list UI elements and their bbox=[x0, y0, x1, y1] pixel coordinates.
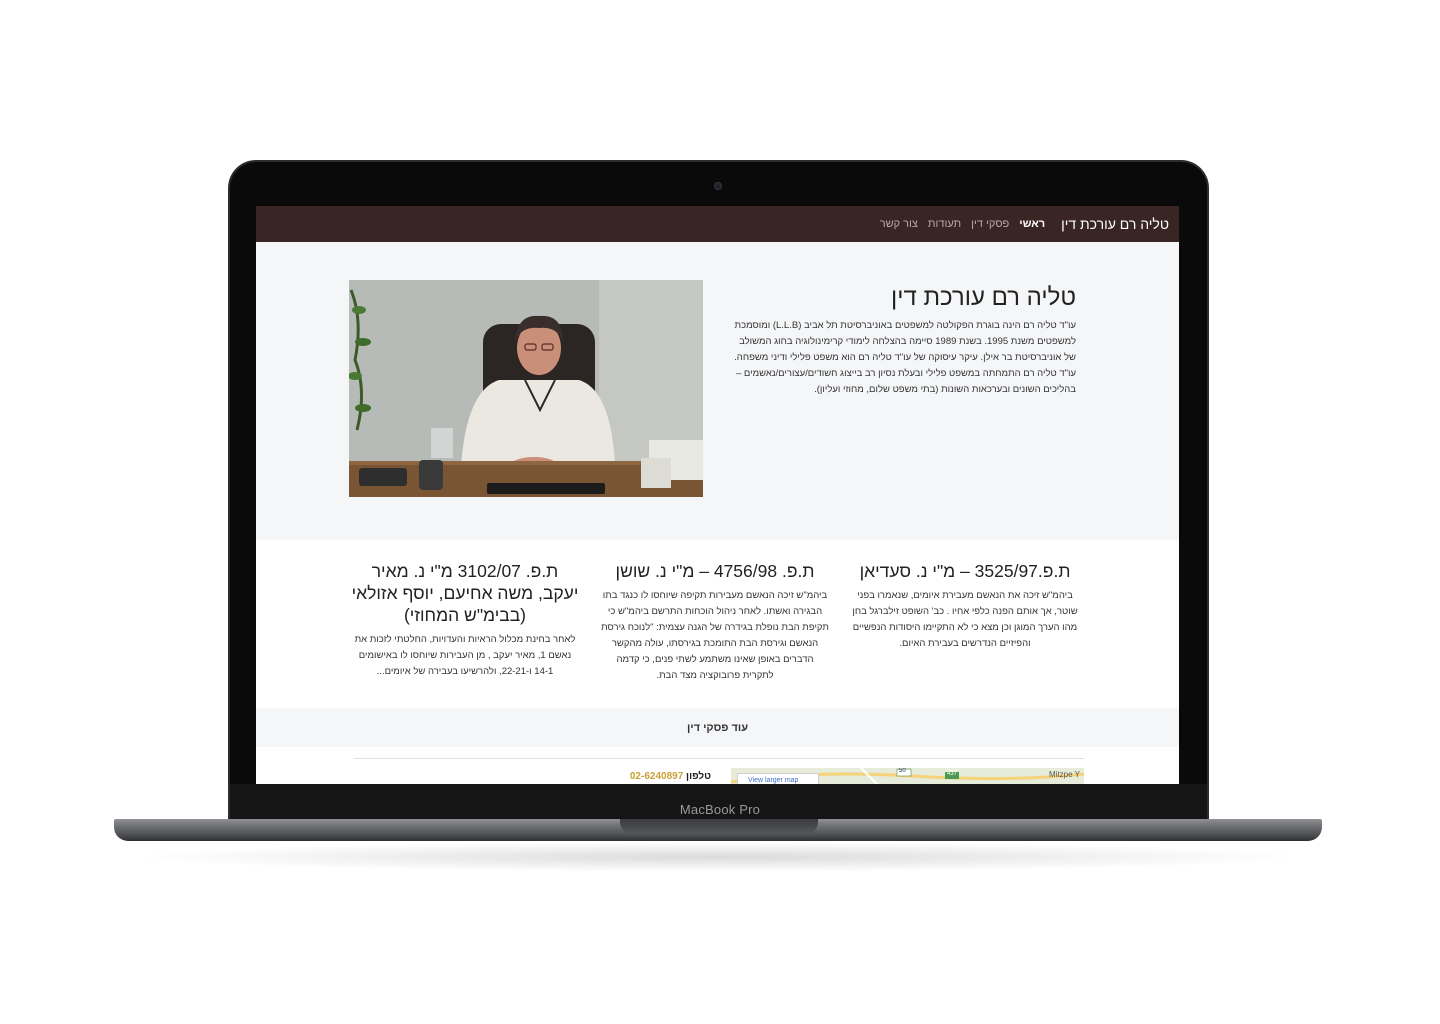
nav-item-rulings[interactable]: פסקי דין bbox=[971, 218, 1009, 230]
rulings-section: ת.פ.3525/97 – מ"י נ. סעדיאן ביהמ"ש זיכה … bbox=[256, 540, 1179, 708]
map-embed[interactable]: 50 437 View larger map Mitzpe Y bbox=[731, 768, 1084, 784]
ruling-card: ת.פ. 4756/98 – מ"י נ. שושן ביהמ"ש זיכה ה… bbox=[601, 560, 829, 684]
view-larger-map-link[interactable]: View larger map bbox=[748, 777, 798, 784]
more-rulings-bar: עוד פסקי דין bbox=[256, 708, 1179, 747]
nav-item-certificates[interactable]: תעודות bbox=[928, 218, 961, 230]
laptop-shadow bbox=[130, 842, 1306, 872]
phone-label: טלפון bbox=[686, 771, 711, 782]
navbar: טליה רם עורכת דין ראשי פסקי דין תעודות צ… bbox=[256, 206, 1179, 242]
nav-item-contact[interactable]: צור קשר bbox=[880, 218, 918, 230]
browser-screen: טליה רם עורכת דין ראשי פסקי דין תעודות צ… bbox=[256, 206, 1179, 784]
site-brand-link[interactable]: טליה רם עורכת דין bbox=[1061, 216, 1169, 232]
ruling-title[interactable]: ת.פ. 4756/98 – מ"י נ. שושן bbox=[601, 560, 829, 582]
road-label: 50 bbox=[899, 768, 906, 774]
nav-item-home[interactable]: ראשי bbox=[1019, 218, 1045, 230]
lawyer-photo bbox=[349, 280, 703, 497]
device-brand-label: MacBook Pro bbox=[679, 802, 761, 817]
divider bbox=[354, 758, 1084, 759]
ruling-card: ת.פ. 3102/07 מ"י נ. מאיר יעקב, משה אחיעם… bbox=[351, 560, 579, 680]
laptop-notch bbox=[620, 819, 818, 834]
ruling-summary: ביהמ"ש זיכה הנאשם מעבירות תקיפה שיוחסו ל… bbox=[601, 590, 829, 681]
ruling-title[interactable]: ת.פ. 3102/07 מ"י נ. מאיר יעקב, משה אחיעם… bbox=[351, 560, 579, 626]
ruling-summary: ביהמ"ש זיכה את הנאשם מעבירת איומים, שנאמ… bbox=[852, 590, 1078, 649]
camera-icon bbox=[714, 182, 722, 190]
hero-title: טליה רם עורכת דין bbox=[891, 284, 1076, 311]
hero-text: עו"ד טליה רם הינה בוגרת הפקולטה למשפטים … bbox=[734, 320, 1076, 395]
ruling-summary: לאחר בחינת מכלול הראיות והעדויות, החלטתי… bbox=[354, 634, 576, 677]
ruling-card: ת.פ.3525/97 – מ"י נ. סעדיאן ביהמ"ש זיכה … bbox=[851, 560, 1079, 652]
phone-link[interactable]: 02-6240897 bbox=[630, 771, 683, 782]
road-label: 437 bbox=[947, 771, 958, 777]
hero-section: טליה רם עורכת דין עו"ד טליה רם הינה בוגר… bbox=[256, 242, 1179, 540]
ruling-title[interactable]: ת.פ.3525/97 – מ"י נ. סעדיאן bbox=[851, 560, 1079, 582]
map-info-card: View larger map bbox=[737, 773, 819, 784]
contact-phone: טלפון 02-6240897 bbox=[630, 771, 711, 782]
map-place-label: Mitzpe Y bbox=[1049, 770, 1080, 779]
more-rulings-button[interactable]: עוד פסקי דין bbox=[687, 722, 748, 734]
nav-menu: ראשי פסקי דין תעודות צור קשר bbox=[880, 218, 1045, 230]
